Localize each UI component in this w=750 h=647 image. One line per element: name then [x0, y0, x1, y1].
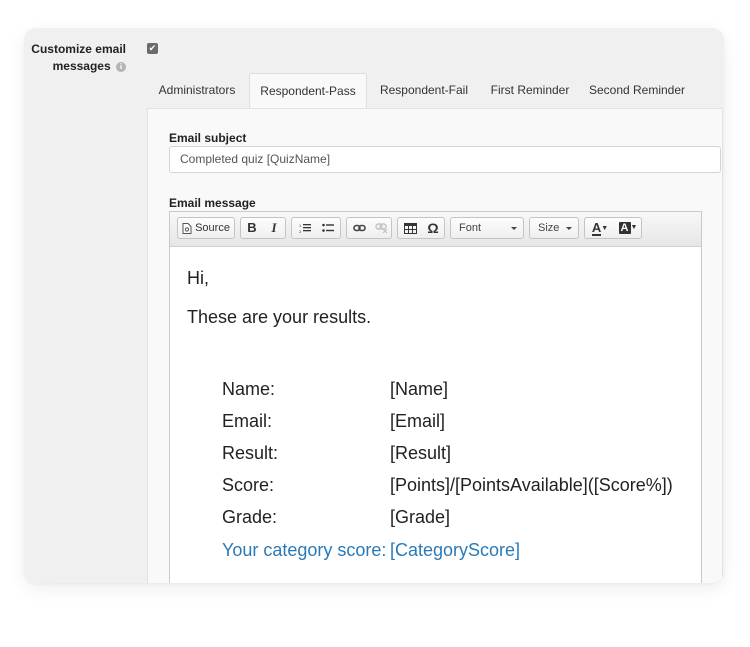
- toolbar-group-colors: A▼ A ▼: [584, 217, 642, 239]
- email-subject-input[interactable]: Completed quiz [QuizName]: [169, 146, 721, 173]
- size-select[interactable]: Size: [529, 217, 579, 239]
- link-button[interactable]: [348, 218, 370, 238]
- table-icon: [403, 222, 417, 234]
- font-select[interactable]: Font: [450, 217, 524, 239]
- tab-respondent-fail[interactable]: Respondent-Fail: [368, 73, 480, 107]
- chevron-down-icon: [511, 227, 517, 230]
- chevron-down-icon: [566, 227, 572, 230]
- tab-pane-respondent-pass: Email subject Completed quiz [QuizName] …: [147, 108, 723, 583]
- numbered-list-icon: 12: [299, 223, 311, 234]
- text-color-button[interactable]: A▼: [587, 218, 613, 238]
- bold-button[interactable]: B: [241, 218, 263, 238]
- numbered-list-button[interactable]: 12: [294, 218, 316, 238]
- editor-toolbar: Source B I 12 Ω Font Size A▼ A ▼: [170, 212, 701, 247]
- font-select-label: Font: [459, 222, 482, 234]
- toolbar-group-insert: Ω: [397, 217, 445, 239]
- bulleted-list-button[interactable]: [317, 218, 339, 238]
- tab-second-reminder[interactable]: Second Reminder: [582, 73, 692, 107]
- source-button[interactable]: Source: [178, 218, 234, 238]
- toolbar-group-links: [346, 217, 392, 239]
- toolbar-group-document: Source: [177, 217, 235, 239]
- background-color-icon: A: [618, 222, 631, 234]
- toolbar-group-basic: B I: [240, 217, 286, 239]
- italic-button[interactable]: I: [263, 218, 285, 238]
- settings-panel: Customize email messages i ✔ Administrat…: [24, 28, 724, 583]
- unlink-button[interactable]: [370, 218, 392, 238]
- unlink-icon: [374, 223, 387, 234]
- size-select-label: Size: [538, 222, 560, 234]
- email-message-label: Email message: [169, 196, 256, 210]
- editor-content[interactable]: Hi, These are your results. Name: [Name]…: [187, 246, 701, 583]
- background-color-button[interactable]: A ▼: [615, 218, 641, 238]
- email-subject-label: Email subject: [169, 131, 247, 145]
- intro-text: These are your results.: [187, 307, 372, 327]
- tab-administrators[interactable]: Administrators: [148, 73, 246, 107]
- svg-text:1: 1: [299, 223, 302, 228]
- special-character-button[interactable]: Ω: [422, 218, 444, 238]
- text-color-icon: A: [591, 220, 602, 236]
- svg-text:2: 2: [299, 229, 302, 234]
- info-icon[interactable]: i: [116, 62, 126, 72]
- email-message-editor[interactable]: Source B I 12 Ω Font Size A▼ A ▼ Hi, The…: [169, 211, 702, 583]
- table-button[interactable]: [399, 218, 421, 238]
- bulleted-list-icon: [322, 223, 334, 232]
- toolbar-group-lists: 12: [291, 217, 341, 239]
- customize-email-label: Customize email messages i: [31, 42, 126, 73]
- customize-email-checkbox[interactable]: ✔: [147, 43, 158, 54]
- tab-respondent-pass[interactable]: Respondent-Pass: [249, 73, 367, 109]
- greeting-text: Hi,: [187, 268, 209, 288]
- source-icon: [182, 222, 192, 234]
- tab-first-reminder[interactable]: First Reminder: [482, 73, 578, 107]
- link-icon: [352, 224, 366, 232]
